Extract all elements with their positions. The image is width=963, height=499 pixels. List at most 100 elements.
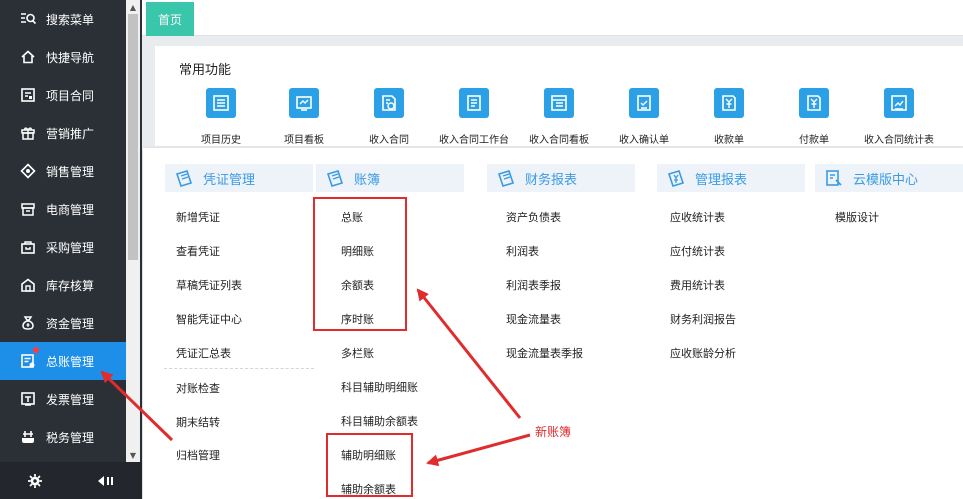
sidebar-item-label: 税务管理: [46, 430, 95, 445]
sidebar-item-project-contract[interactable]: 项目合同: [0, 76, 126, 114]
sidebar-item-sales[interactable]: 销售管理: [0, 152, 126, 190]
common-functions-panel: 常用功能 项目历史 项目看板 收入合同 收入合同工作台 收入合同看板 收入确认单…: [155, 46, 963, 146]
link-income-statement[interactable]: 利润表: [506, 243, 539, 259]
link-balance-sheet[interactable]: 资产负债表: [506, 209, 561, 225]
stats-icon: [884, 88, 914, 118]
gift-icon: [20, 125, 36, 141]
document-clock-icon: [374, 88, 404, 118]
link-view-voucher[interactable]: 查看凭证: [176, 243, 220, 259]
link-receivable-aging[interactable]: 应收账龄分析: [670, 345, 736, 361]
sidebar-item-label: 总账管理: [46, 354, 95, 369]
link-reconciliation-check[interactable]: 对账检查: [176, 380, 220, 396]
common-functions-title: 常用功能: [179, 63, 232, 78]
app-window: 搜索菜单 快捷导航 项目合同 营销推广 销售管理 电商管理 采购管理 库存核算 …: [0, 0, 963, 499]
sidebar-item-label: 资金管理: [46, 316, 95, 331]
link-receivable-stats[interactable]: 应收统计表: [670, 209, 725, 225]
sales-icon: [20, 163, 36, 179]
workbench-icon: [459, 88, 489, 118]
collapse-sidebar-icon[interactable]: [96, 473, 114, 492]
receipt-icon: [714, 88, 744, 118]
sidebar: 搜索菜单 快捷导航 项目合同 营销推广 销售管理 电商管理 采购管理 库存核算 …: [0, 0, 142, 499]
sidebar-item-label: 销售管理: [46, 164, 95, 179]
category-management-reports: 管理报表: [657, 164, 805, 192]
fn-receipt[interactable]: 收款单: [684, 88, 774, 146]
section-divider: [164, 368, 314, 369]
link-archive-management[interactable]: 归档管理: [176, 447, 220, 463]
sidebar-item-tax[interactable]: 税务管理: [0, 418, 126, 456]
annotation-box-ledger-new: [326, 433, 413, 497]
link-cash-flow[interactable]: 现金流量表: [506, 311, 561, 327]
annotation-label: 新账簿: [535, 425, 572, 439]
scrollbar-thumb[interactable]: [128, 14, 138, 260]
tab-bar: 首页: [142, 0, 963, 36]
sidebar-item-inventory[interactable]: 库存核算: [0, 266, 126, 304]
sidebar-menu: 搜索菜单 快捷导航 项目合同 营销推广 销售管理 电商管理 采购管理 库存核算 …: [0, 0, 126, 462]
fn-project-history[interactable]: 项目历史: [176, 88, 266, 146]
sidebar-item-search-menu[interactable]: 搜索菜单: [0, 0, 126, 38]
sidebar-item-label: 搜索菜单: [46, 12, 95, 27]
sidebar-scrollbar[interactable]: ▲ ▼: [126, 0, 140, 462]
scroll-down-icon[interactable]: ▼: [126, 448, 140, 462]
category-voucher: 凭证管理: [165, 164, 313, 192]
sidebar-footer: [0, 462, 142, 499]
annotation-box-ledger-top: [313, 197, 407, 331]
category-finance-reports: 财务报表: [487, 164, 635, 192]
search-menu-icon: [20, 11, 36, 27]
money-bag-icon: [20, 315, 36, 331]
sidebar-item-label: 快捷导航: [46, 50, 95, 65]
fn-income-contract[interactable]: 收入合同: [344, 88, 434, 146]
voucher-category-icon: [173, 167, 195, 189]
sidebar-item-label: 电商管理: [46, 202, 95, 217]
sidebar-item-funds[interactable]: 资金管理: [0, 304, 126, 342]
fn-income-contract-stats[interactable]: 收入合同统计表: [854, 88, 944, 146]
fn-payment[interactable]: 付款单: [769, 88, 859, 146]
link-cash-flow-quarterly[interactable]: 现金流量表季报: [506, 345, 583, 361]
sidebar-item-label: 项目合同: [46, 88, 95, 103]
category-ledger: 账簿: [316, 164, 464, 192]
sidebar-item-quick-nav[interactable]: 快捷导航: [0, 38, 126, 76]
link-template-design[interactable]: 模版设计: [835, 209, 879, 225]
sidebar-item-marketing[interactable]: 营销推广: [0, 114, 126, 152]
sidebar-item-label: 库存核算: [46, 278, 95, 293]
link-subject-aux-balance[interactable]: 科目辅助余额表: [341, 413, 418, 429]
sidebar-item-invoice[interactable]: 发票管理: [0, 380, 126, 418]
board-icon: [544, 88, 574, 118]
store-icon: [20, 201, 36, 217]
list-icon: [206, 88, 236, 118]
tab-home[interactable]: 首页: [146, 2, 194, 36]
sidebar-item-general-ledger[interactable]: 总账管理: [0, 342, 126, 380]
link-payable-stats[interactable]: 应付统计表: [670, 243, 725, 259]
link-expense-stats[interactable]: 费用统计表: [670, 277, 725, 293]
gear-icon[interactable]: [28, 473, 42, 492]
home-icon: [20, 49, 36, 65]
link-period-end-closing[interactable]: 期末结转: [176, 414, 220, 430]
finance-report-category-icon: [495, 167, 517, 189]
fn-income-contract-workbench[interactable]: 收入合同工作台: [429, 88, 519, 146]
invoice-icon: [20, 391, 36, 407]
link-profit-report[interactable]: 财务利润报告: [670, 311, 736, 327]
sidebar-item-label: 发票管理: [46, 392, 95, 407]
payment-icon: [799, 88, 829, 118]
link-voucher-summary[interactable]: 凭证汇总表: [176, 345, 231, 361]
scroll-up-icon[interactable]: ▲: [126, 0, 140, 14]
link-new-voucher[interactable]: 新增凭证: [176, 209, 220, 225]
link-smart-voucher-center[interactable]: 智能凭证中心: [176, 311, 242, 327]
sidebar-item-label: 采购管理: [46, 240, 95, 255]
sidebar-item-ecommerce[interactable]: 电商管理: [0, 190, 126, 228]
fn-income-contract-board[interactable]: 收入合同看板: [514, 88, 604, 146]
ledger-icon: [20, 353, 36, 369]
bag-icon: [20, 239, 36, 255]
check-doc-icon: [629, 88, 659, 118]
link-income-statement-quarterly[interactable]: 利润表季报: [506, 277, 561, 293]
link-multi-column-ledger[interactable]: 多栏账: [341, 345, 374, 361]
fn-income-confirmation[interactable]: 收入确认单: [599, 88, 689, 146]
sidebar-item-label: 营销推广: [46, 126, 95, 141]
tax-icon: [20, 429, 36, 445]
ledger-category-icon: [324, 167, 346, 189]
link-subject-aux-detail[interactable]: 科目辅助明细账: [341, 379, 418, 395]
warehouse-icon: [20, 277, 36, 293]
fn-project-board[interactable]: 项目看板: [259, 88, 349, 146]
contract-icon: [20, 87, 36, 103]
sidebar-item-purchase[interactable]: 采购管理: [0, 228, 126, 266]
link-draft-voucher-list[interactable]: 草稿凭证列表: [176, 277, 242, 293]
